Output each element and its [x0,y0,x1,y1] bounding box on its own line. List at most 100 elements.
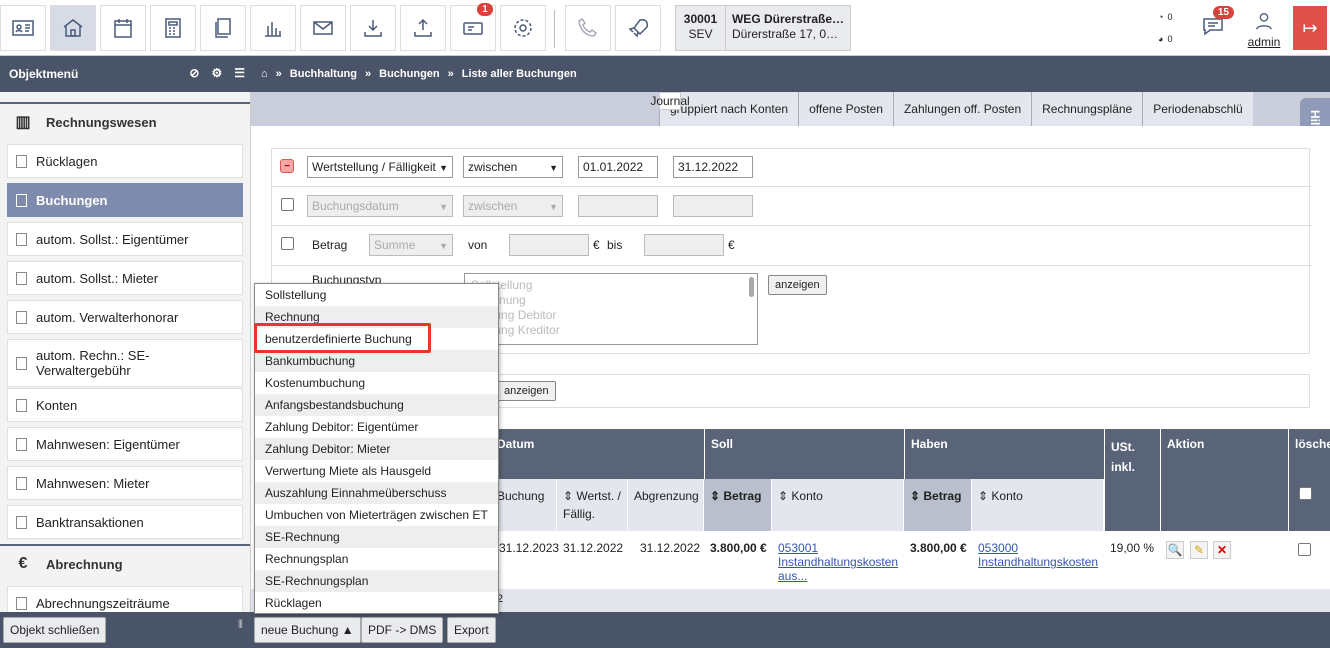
filter-checkbox[interactable] [281,237,294,250]
date-to-input[interactable]: 31.12.2022 [673,156,753,178]
visibility-icon[interactable]: ⊘ [189,66,199,80]
calculator-icon[interactable] [150,5,196,51]
sort-abgrenzung[interactable]: Abgrenzung [628,479,704,531]
filter-operator-select[interactable]: zwischen ▼ [463,156,563,178]
sidebar-item[interactable]: autom. Rechn.: SE-Verwaltergebühr [7,339,243,387]
sort-haben-konto[interactable]: ⇕ Konto [972,479,1104,531]
menu-item[interactable]: Verwertung Miete als Hausgeld [255,460,498,482]
resize-handle-icon[interactable]: ⦀ [238,619,243,632]
gear-icon[interactable] [500,5,546,51]
booking-type-listbox[interactable]: Sollstellung Rechnung Zahlung Debitor Za… [464,273,758,345]
sidebar-item[interactable]: Rücklagen [7,144,243,178]
home-icon[interactable] [50,5,96,51]
sort-wertst[interactable]: ⇕ Wertst. / Fällig. [557,479,628,531]
amount-to-input[interactable] [644,234,724,256]
sidebar-item-selected[interactable]: Buchungen [7,183,243,217]
mail-icon[interactable] [300,5,346,51]
menu-item[interactable]: Umbuchen von Mieterträgen zwischen ET [255,504,498,526]
menu-item[interactable]: SE-Rechnung [255,526,498,548]
document-icon [16,193,27,207]
select-all-checkbox[interactable] [1299,487,1312,500]
delete-icon[interactable]: ✕ [1213,541,1231,559]
date-from-input[interactable]: 01.01.2022 [578,156,658,178]
upload-icon[interactable] [400,5,446,51]
menu-item[interactable]: Rücklagen [255,592,498,614]
menu-toggle-icon[interactable]: ☰ [234,66,245,80]
menu-item[interactable]: Anfangsbestandsbuchung [255,394,498,416]
sort-soll-konto[interactable]: ⇕ Konto [772,479,904,531]
date-to-input[interactable] [673,195,753,217]
sidebar-header: Objektmenü ⊘ ⚙ ☰ [0,56,251,92]
sort-soll-betrag[interactable]: ⇕ Betrag [704,479,772,531]
soll-konto-link[interactable]: 053001 Instandhaltungskosten aus... [774,533,902,591]
filter-field-select[interactable]: Buchungsdatum ▼ [307,195,453,217]
edit-icon[interactable]: ✎ [1190,541,1208,559]
tab-offene-posten[interactable]: offene Posten [798,92,893,126]
search-icon[interactable]: 🔍 [1166,541,1184,559]
amount-from-input[interactable] [509,234,589,256]
sidebar-item[interactable]: autom. Verwalterhonorar [7,300,243,334]
sort-icon: ⇕ [563,489,577,503]
section-abrechnung[interactable]: € Abrechnung [0,544,250,582]
sidebar-item[interactable]: autom. Sollst.: Eigentümer [7,222,243,256]
pdf-dms-button[interactable]: PDF -> DMS [361,617,444,643]
filter-checkbox[interactable] [281,198,294,211]
remove-filter-icon[interactable]: − [280,159,294,173]
counter-time[interactable]: ◔ 0 [1158,12,1172,22]
binders-icon: ▥ [15,114,31,131]
phone-icon[interactable] [565,5,611,51]
filter-operator-select[interactable]: zwischen ▼ [463,195,563,217]
document-icon [16,476,27,490]
sidebar-item[interactable]: Konten [7,388,243,422]
section-rechnungswesen[interactable]: ▥ Rechnungswesen [0,102,250,140]
sidebar-item[interactable]: Banktransaktionen [7,505,243,539]
contacts-icon[interactable] [0,5,46,51]
date-from-input[interactable] [578,195,658,217]
sidebar-item[interactable]: autom. Sollst.: Mieter [7,261,243,295]
menu-item[interactable]: SE-Rechnungsplan [255,570,498,592]
tab-periodenabschluss[interactable]: Periodenabschlü [1142,92,1253,126]
sidebar-item[interactable]: Abrechnungszeiträume [7,586,243,612]
breadcrumb-item[interactable]: Buchhaltung [290,68,357,80]
amount-type-select[interactable]: Summe ▼ [369,234,453,256]
tab-rechnungsplaene[interactable]: Rechnungspläne [1031,92,1143,126]
export-button[interactable]: Export [447,617,496,643]
person-clock-icon: ◕ [1158,34,1164,44]
settings-icon[interactable]: ⚙ [211,66,222,80]
documents-icon[interactable] [200,5,246,51]
user-menu[interactable]: admin [1245,10,1283,49]
messages-icon[interactable]: 15 [1200,6,1234,40]
menu-item[interactable]: Sollstellung [255,284,498,306]
menu-item[interactable]: Bankumbuchung [255,350,498,372]
sidebar-item[interactable]: Mahnwesen: Mieter [7,466,243,500]
show-button[interactable]: anzeigen [768,275,827,295]
menu-item[interactable]: Auszahlung Einnahmeüberschuss [255,482,498,504]
close-object-button[interactable]: Objekt schließen [3,617,107,643]
tab-zahlungen[interactable]: Zahlungen off. Posten [892,92,1032,126]
show-button-2[interactable]: anzeigen [497,381,556,401]
logout-icon[interactable]: ↦ [1293,6,1327,50]
menu-item[interactable]: Kostenumbuchung [255,372,498,394]
scrollbar[interactable] [749,277,754,297]
counter-person[interactable]: ◕ 0 [1158,34,1172,44]
chart-icon[interactable] [250,5,296,51]
calendar-icon[interactable] [100,5,146,51]
current-object[interactable]: 30001 SEV WEG Dürerstraße… Dürerstraße 17,… [675,5,851,51]
row-checkbox[interactable] [1298,543,1311,556]
von-label: von [468,238,488,252]
sidebar-item[interactable]: Mahnwesen: Eigentümer [7,427,243,461]
notification-icon[interactable]: 1 [450,3,496,51]
rocket-icon[interactable] [615,5,661,51]
tab-journal[interactable]: Journal [650,92,690,110]
menu-item[interactable]: Zahlung Debitor: Eigentümer [255,416,498,438]
download-icon[interactable] [350,5,396,51]
new-booking-button[interactable]: neue Buchung ▲ [254,617,361,643]
breadcrumb-item[interactable]: Buchungen [379,68,440,80]
sort-haben-betrag[interactable]: ⇕ Betrag [904,479,972,531]
haben-konto-link[interactable]: 053000 Instandhaltungskosten [974,533,1102,577]
filter-field-select[interactable]: Wertstellung / Fälligkeit ▼ [307,156,453,178]
sort-buchung[interactable]: Buchung [491,479,557,531]
menu-item[interactable]: Zahlung Debitor: Mieter [255,438,498,460]
menu-item[interactable]: Rechnungsplan [255,548,498,570]
home-breadcrumb-icon[interactable]: ⌂ [261,68,268,80]
